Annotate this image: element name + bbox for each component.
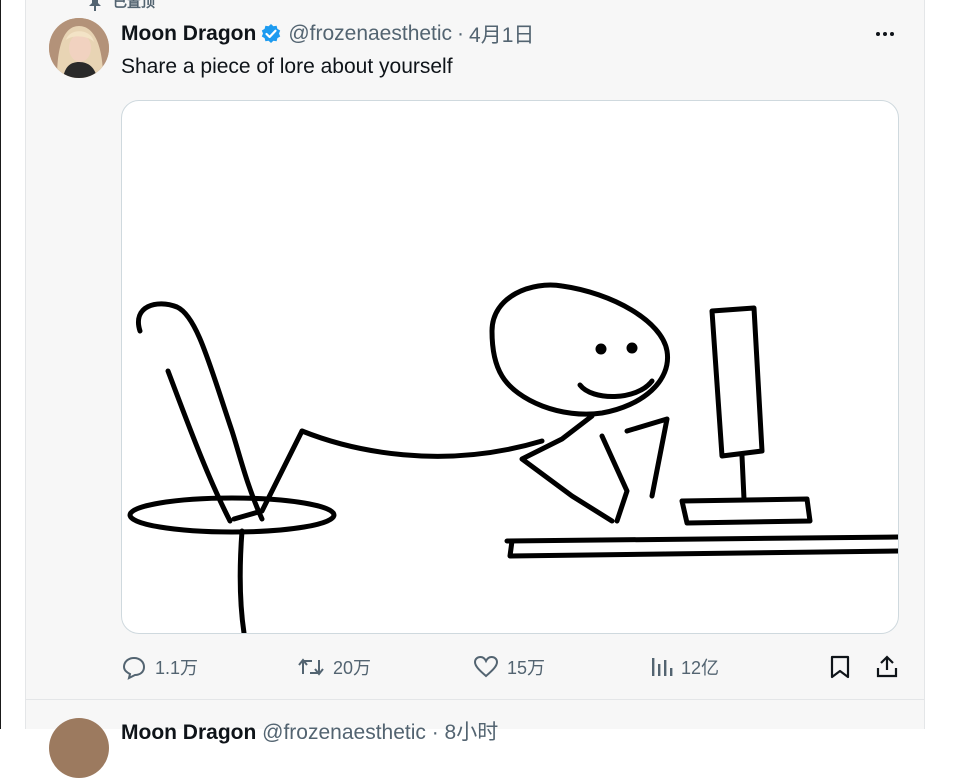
more-dot-icon bbox=[876, 32, 880, 36]
pinned-indicator: 已置顶 bbox=[87, 0, 155, 12]
separator-dot: · bbox=[457, 22, 465, 45]
reply-button[interactable]: 1.1万 bbox=[121, 652, 198, 682]
share-icon bbox=[876, 655, 898, 678]
avatar[interactable] bbox=[49, 18, 109, 78]
display-name[interactable]: Moon Dragon bbox=[121, 22, 256, 46]
views-button[interactable]: 12亿 bbox=[651, 652, 719, 682]
tweet-header: Moon Dragon @frozenaesthetic · 4月1日 bbox=[121, 20, 534, 48]
more-dot-icon bbox=[890, 32, 894, 36]
like-count: 15万 bbox=[507, 658, 546, 678]
stick-figure-at-computer-image bbox=[127, 282, 898, 633]
heart-icon bbox=[473, 655, 499, 678]
next-handle[interactable]: @frozenaesthetic · 8小时 bbox=[262, 721, 498, 744]
more-dot-icon bbox=[883, 32, 887, 36]
tweet-text: Share a piece of lore about yourself bbox=[121, 55, 453, 78]
next-tweet-header: Moon Dragon @frozenaesthetic · 8小时 bbox=[121, 716, 498, 746]
view-count: 12亿 bbox=[681, 658, 720, 678]
handle[interactable]: @frozenaesthetic bbox=[288, 22, 452, 46]
pinned-label: 已置顶 bbox=[113, 0, 155, 10]
left-edge-border bbox=[0, 0, 1, 729]
share-button[interactable] bbox=[875, 652, 899, 682]
bookmark-button[interactable] bbox=[829, 652, 851, 682]
reply-icon bbox=[122, 656, 146, 680]
next-tweet-avatar[interactable] bbox=[49, 718, 109, 778]
bookmark-icon bbox=[830, 655, 850, 679]
verified-badge-icon[interactable] bbox=[260, 23, 282, 45]
avatar-image bbox=[49, 18, 109, 78]
retweet-count: 20万 bbox=[333, 658, 372, 678]
retweet-icon bbox=[298, 658, 324, 676]
retweet-button[interactable]: 20万 bbox=[297, 652, 371, 682]
timestamp[interactable]: 4月1日 bbox=[469, 19, 534, 49]
tweet-divider bbox=[25, 699, 924, 700]
tweet-media[interactable] bbox=[121, 100, 899, 634]
more-options-button[interactable] bbox=[872, 24, 898, 44]
pin-icon bbox=[89, 0, 101, 11]
like-button[interactable]: 15万 bbox=[473, 652, 545, 682]
next-display-name[interactable]: Moon Dragon bbox=[121, 721, 256, 744]
analytics-icon bbox=[652, 658, 673, 676]
tweet-actions: 1.1万 20万 15万 12亿 bbox=[121, 652, 901, 682]
reply-count: 1.1万 bbox=[155, 658, 199, 678]
